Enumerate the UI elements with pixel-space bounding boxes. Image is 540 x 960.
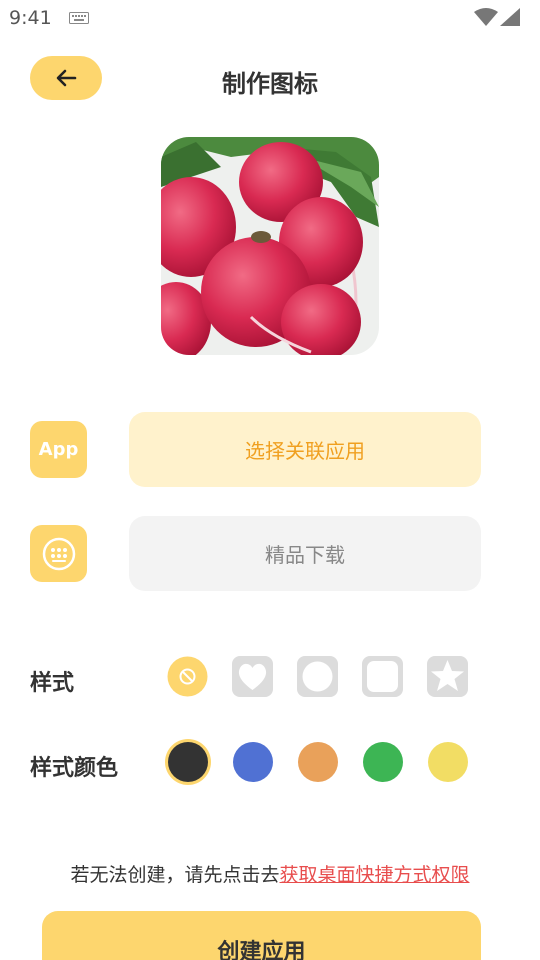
circle-frame-icon [297,656,338,697]
star-frame-icon [427,656,468,697]
color-swatch-green[interactable] [363,742,403,782]
status-time: 9:41 [9,7,52,29]
select-linked-app-button[interactable]: 选择关联应用 [129,412,481,487]
create-app-button[interactable]: 创建应用 [42,911,481,960]
grid-dots-icon [42,537,75,570]
color-swatch-yellow[interactable] [428,742,468,782]
shortcut-permission-link[interactable]: 获取桌面快捷方式权限 [280,864,470,886]
color-swatch-orange[interactable] [298,742,338,782]
app-icon: App [30,421,87,478]
make-icon-page: 9:41 制作图标 App 选择关联应用 精品下载 样式 样式颜色 若无法创建，… [0,0,540,960]
permission-hint: 若无法创建，请先点击去获取桌面快捷方式权限 [0,860,540,887]
radish-photo [161,137,379,355]
no-style-icon [167,656,208,697]
color-swatch-dark[interactable] [168,742,208,782]
wifi-icon [474,8,498,26]
heart-frame-icon [232,656,273,697]
signal-icon [500,8,520,26]
rounded-square-frame-icon [362,656,403,697]
style-option-star[interactable] [427,656,468,697]
style-option-heart[interactable] [232,656,273,697]
style-option-none[interactable] [167,656,208,697]
status-bar: 9:41 [0,0,540,36]
style-color-label: 样式颜色 [30,756,119,781]
premium-download-button[interactable]: 精品下载 [129,516,481,591]
style-label: 样式 [30,671,75,696]
page-title: 制作图标 [222,70,318,98]
color-swatch-blue[interactable] [233,742,273,782]
app-icon-label: App [38,439,79,460]
create-app-label: 创建应用 [217,940,306,960]
hint-text: 若无法创建，请先点击去 [70,864,280,886]
keyboard-icon [69,12,89,24]
style-option-rounded-square[interactable] [362,656,403,697]
store-icon [30,525,87,582]
style-option-circle[interactable] [297,656,338,697]
icon-preview-image [161,137,379,355]
